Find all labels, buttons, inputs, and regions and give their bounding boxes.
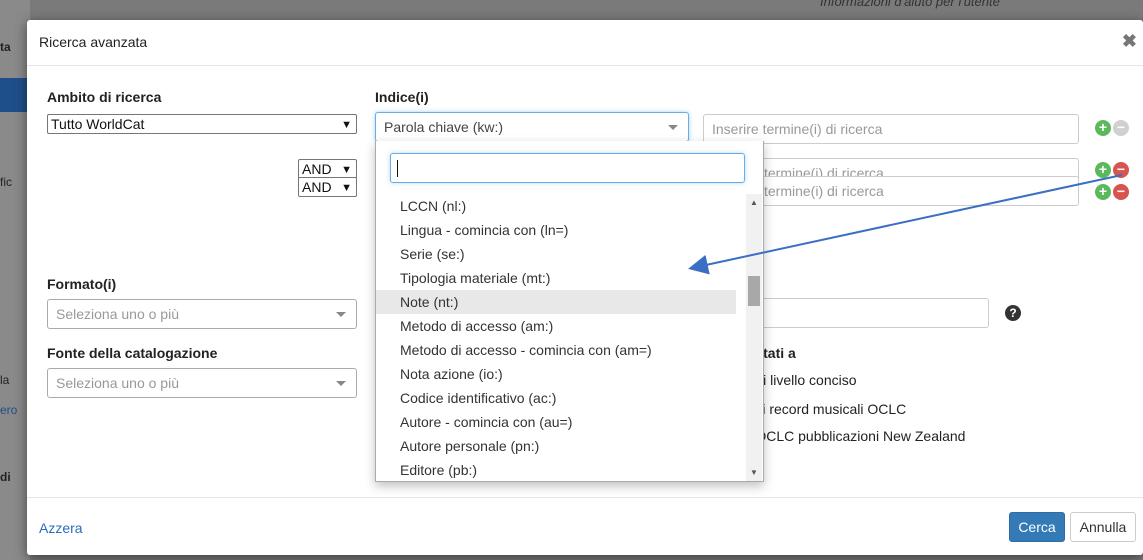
annotation-arrow [688,174,1123,275]
